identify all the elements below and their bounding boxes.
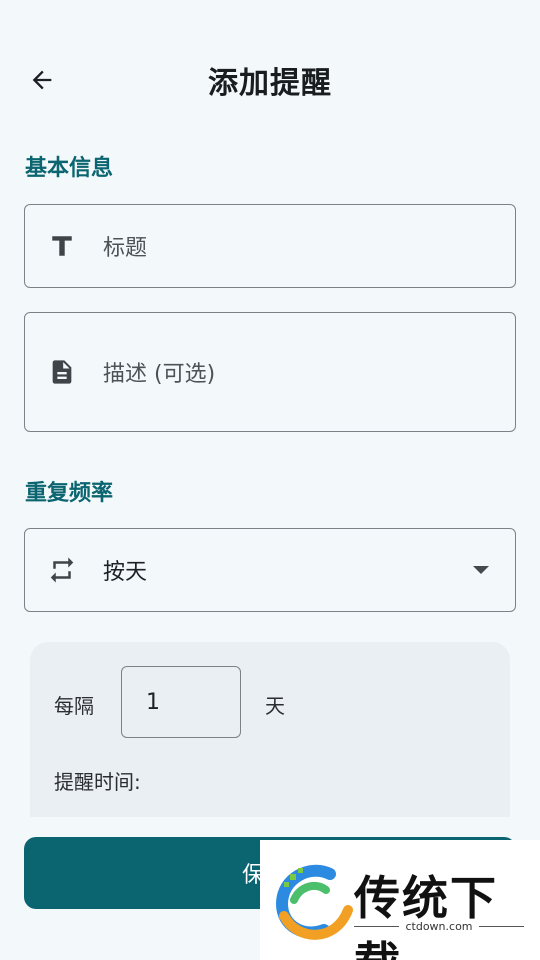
watermark: 传统下载 ctdown.com — [260, 840, 540, 960]
frequency-select[interactable]: 按天 — [24, 528, 516, 612]
basic-info-section-label: 基本信息 — [25, 156, 114, 181]
interval-prefix-label: 每隔 — [54, 694, 94, 718]
reminder-time-label: 提醒时间: — [54, 770, 141, 794]
page-title: 添加提醒 — [208, 66, 332, 101]
interval-input[interactable]: 1 — [121, 666, 241, 738]
title-placeholder: 标题 — [103, 236, 148, 261]
repeat-icon — [47, 555, 77, 585]
add-reminder-screen: 添加提醒 基本信息 标题 描述 (可选) 重复频率 按天 每隔 1 天 提醒时间… — [0, 0, 540, 960]
description-field[interactable]: 描述 (可选) — [24, 312, 516, 432]
interval-unit-label: 天 — [265, 694, 285, 718]
repeat-section-label: 重复频率 — [25, 481, 114, 506]
divider — [478, 926, 524, 927]
chevron-down-icon — [473, 566, 489, 574]
document-icon — [47, 357, 77, 387]
divider — [354, 926, 400, 927]
frequency-value: 按天 — [103, 560, 148, 585]
text-format-icon — [47, 231, 77, 261]
watermark-domain: ctdown.com — [405, 920, 473, 933]
description-placeholder: 描述 (可选) — [103, 362, 216, 387]
title-field[interactable]: 标题 — [24, 204, 516, 288]
watermark-domain-row: ctdown.com — [354, 920, 524, 933]
brand-logo-icon — [275, 864, 353, 940]
watermark-brand: 传统下载 — [354, 871, 498, 960]
interval-card: 每隔 1 天 提醒时间: — [30, 642, 510, 817]
